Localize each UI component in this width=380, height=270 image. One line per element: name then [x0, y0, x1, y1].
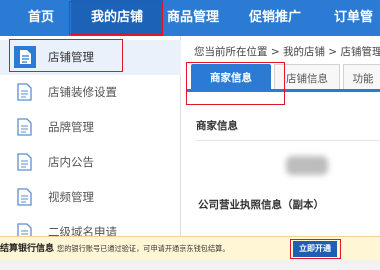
sidebar-item-label: 二级域名申请 [48, 225, 117, 236]
sidebar-item-label: 品牌管理 [48, 120, 94, 134]
nav-item-product-management[interactable]: 商品管理 [167, 0, 219, 36]
breadcrumb: 您当前所在位置 > 我的店铺 > 店铺管理 [194, 46, 380, 58]
sidebar-item-label: 店铺装修设置 [48, 85, 117, 99]
document-icon [17, 118, 32, 136]
sidebar-item-subdomain[interactable]: 二级域名申请 [0, 215, 181, 236]
divider [196, 140, 380, 141]
tab-functions[interactable]: 功能 [343, 64, 380, 92]
license-info-title: 公司营业执照信息（副本） [198, 199, 324, 211]
document-icon [17, 83, 32, 101]
highlight-box-tab [186, 62, 285, 105]
highlight-box-nav [69, 1, 163, 35]
sidebar-item-video-management[interactable]: 视频管理 [0, 180, 181, 215]
nav-item-home[interactable]: 首页 [28, 0, 54, 36]
banner-message: 您的银行账号已通过验证，可申请开通京东钱包结算。 [57, 244, 230, 253]
merchant-info-title: 商家信息 [196, 120, 238, 132]
sidebar-item-label: 店内公告 [48, 155, 94, 169]
document-icon [17, 188, 32, 206]
nav-item-orders[interactable]: 订单管 [334, 0, 373, 36]
sidebar-item-label: 视频管理 [48, 190, 94, 204]
highlight-box-sidebar [9, 39, 123, 72]
document-icon [17, 153, 32, 171]
banner-title: 结算银行信息 [0, 244, 55, 254]
top-nav: 首页 我的店铺 商品管理 促销推广 订单管 [0, 0, 380, 36]
document-icon [17, 223, 32, 236]
bottom-strip [0, 260, 380, 270]
nav-item-promotion[interactable]: 促销推广 [249, 0, 301, 36]
sidebar-item-brand-management[interactable]: 品牌管理 [0, 110, 181, 145]
sidebar-item-store-announcement[interactable]: 店内公告 [0, 145, 181, 180]
highlight-box-button [290, 239, 341, 259]
blurred-content [286, 156, 328, 175]
sidebar-item-store-decoration[interactable]: 店铺装修设置 [0, 75, 181, 110]
